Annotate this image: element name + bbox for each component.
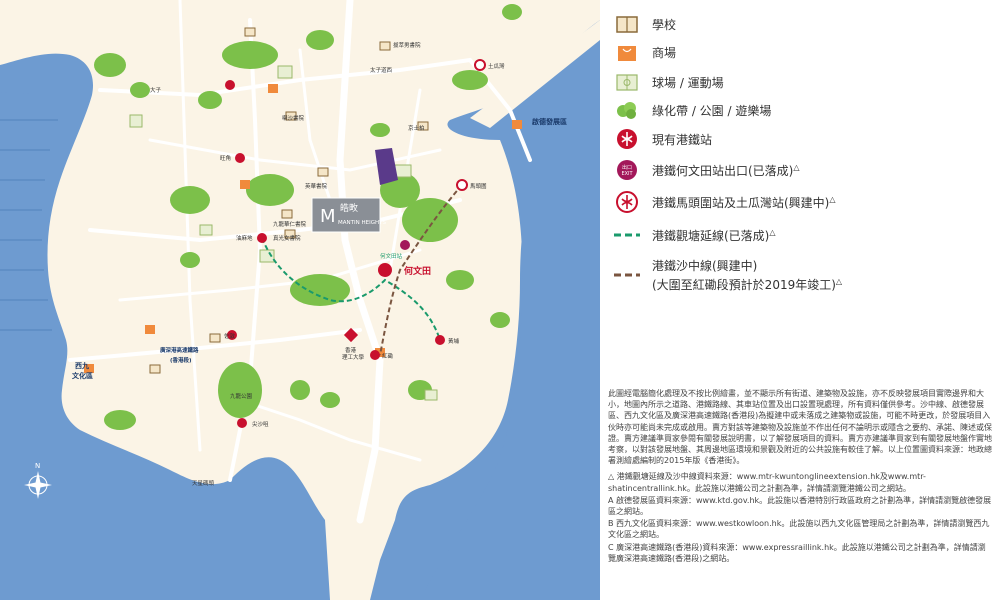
label-ma-tau-wai: 馬頭圍	[470, 183, 487, 190]
kai-tak-label: 啟德發展區	[532, 117, 567, 126]
disclaimer-text: 此圖經電腦簡化處理及不按比例繪畫，並不顯示所有街道、建築物及設施，亦不反映發展項…	[608, 389, 992, 466]
svg-text:出口: 出口	[622, 164, 632, 171]
label-mong-kok: 旺角	[220, 154, 231, 162]
mtr-new-station-icon	[614, 191, 640, 213]
svg-text:M: M	[320, 206, 336, 227]
svg-text:EXIT: EXIT	[621, 171, 633, 177]
source-note-kai-tak: A 啟德發展區資料來源：www.ktd.gov.hk。此設施以香港特別行政區政府…	[608, 495, 992, 517]
park-icon	[614, 99, 640, 121]
label-polyu-1: 香港	[345, 346, 357, 354]
legend-item-mtr-new: 港鐵馬頭圍站及土瓜灣站(興建中)△	[614, 190, 836, 214]
legend-label-green-line: 港鐵觀塘延線(已落成)△	[652, 227, 776, 243]
legend-item-brown-line: 港鐵沙中線(興建中) (大圍至紅磡段預計於2019年竣工)△	[614, 258, 842, 292]
label-school-e: 真光女書院	[273, 234, 301, 242]
label-star-ferry: 天星碼頭	[192, 480, 215, 487]
legend-item-shop: 商場	[614, 40, 676, 64]
location-map: M 皓畋 MANTIN HEIGHTS 啟德發展區 何文田 西九 文化區 大子 …	[0, 0, 600, 600]
label-polyu-2: 理工大學	[342, 353, 365, 361]
label-jordan: 佐敦	[224, 332, 236, 340]
label-kings-park: 京士柏	[408, 124, 425, 132]
legend-label-mtr-new: 港鐵馬頭圍站及土瓜灣站(興建中)△	[652, 194, 836, 210]
legend-label-brown-line: 港鐵沙中線(興建中) (大圍至紅磡段預計於2019年竣工)△	[652, 258, 843, 292]
school-icon	[614, 13, 640, 35]
legend-item-park: 綠化帶 / 公園 / 遊樂場	[614, 98, 771, 122]
sports-field-icon	[614, 71, 640, 93]
brown-dashed-line-icon	[614, 264, 640, 286]
ho-man-tin-label: 何文田	[404, 265, 431, 277]
legend-label-park: 綠化帶 / 公園 / 遊樂場	[652, 103, 772, 118]
brown-line-label-1: 港鐵沙中線(興建中)	[652, 258, 758, 273]
label-tsim-sha-tsui: 尖沙咀	[252, 420, 269, 428]
west-kowloon-label-1: 西九	[75, 361, 89, 370]
label-hung-hom: 紅磡	[382, 352, 394, 360]
legend-label-mtr-exit: 港鐵何文田站出口(已落成)△	[652, 162, 800, 178]
label-tai-tsz: 大子	[150, 86, 162, 94]
label-yau-ma-tei: 油麻地	[236, 234, 253, 242]
source-note-west-kowloon: B 西九文化區資料來源：www.westkowloon.hk。此設施以西九文化區…	[608, 519, 990, 540]
legend-item-school: 學校	[614, 12, 676, 36]
label-school-b: 拔萃男書院	[393, 41, 421, 49]
mtr-exit-icon: 出口 EXIT	[614, 159, 640, 181]
disclaimer-notes: 此圖經電腦簡化處理及不按比例繪畫，並不顯示所有街道、建築物及設施，亦不反映發展項…	[608, 388, 992, 565]
development-name-en: MANTIN HEIGHTS	[338, 220, 386, 226]
legend-item-green-line: 港鐵觀塘延線(已落成)△	[614, 223, 776, 247]
green-dashed-line-icon	[614, 224, 640, 246]
label-hsr-2: (香港段)	[170, 356, 192, 364]
label-school-d: 九龍華仁書院	[273, 220, 307, 228]
label-school-c: 英華書院	[305, 182, 328, 190]
west-kowloon-label-2: 文化區	[72, 371, 93, 380]
label-kowloon-park: 九龍公園	[230, 392, 253, 400]
shop-icon	[614, 41, 640, 63]
mtr-station-icon	[614, 128, 640, 150]
label-tai-tsz-rd: 太子道西	[370, 66, 393, 74]
legend-item-sports: 球場 / 運動場	[614, 70, 724, 94]
label-hmt-station: 何文田站	[380, 252, 403, 260]
development-name-cn: 皓畋	[340, 202, 358, 214]
legend-item-mtr-exit: 出口 EXIT 港鐵何文田站出口(已落成)△	[614, 158, 800, 182]
source-note-mtr: △ 港鐵觀塘延線及沙中線資料來源：www.mtr-kwuntonglineext…	[608, 472, 926, 493]
svg-text:N: N	[35, 462, 40, 470]
legend-label-shop: 商場	[652, 45, 677, 60]
label-to-kwa-wan: 土瓜灣	[488, 62, 505, 70]
map-svg: M 皓畋 MANTIN HEIGHTS 啟德發展區 何文田 西九 文化區 大子 …	[0, 0, 600, 600]
legend-label-sports: 球場 / 運動場	[652, 75, 724, 90]
legend-item-mtr-station: 現有港鐵站	[614, 127, 712, 151]
label-whampoa: 黃埔	[448, 337, 460, 345]
legend-label-mtr-station: 現有港鐵站	[652, 132, 713, 147]
source-note-hsr: C 廣深港高速鐵路(香港段)資料來源：www.expressraillink.h…	[608, 542, 986, 563]
legend-label-school: 學校	[652, 17, 677, 32]
label-school-a: 喇沙書院	[282, 114, 305, 122]
development-marker: M 皓畋 MANTIN HEIGHTS	[311, 197, 386, 233]
label-hsr-1: 廣深港高速鐵路	[160, 346, 199, 354]
brown-line-label-2: (大圍至紅磡段預計於2019年竣工)	[652, 277, 836, 292]
